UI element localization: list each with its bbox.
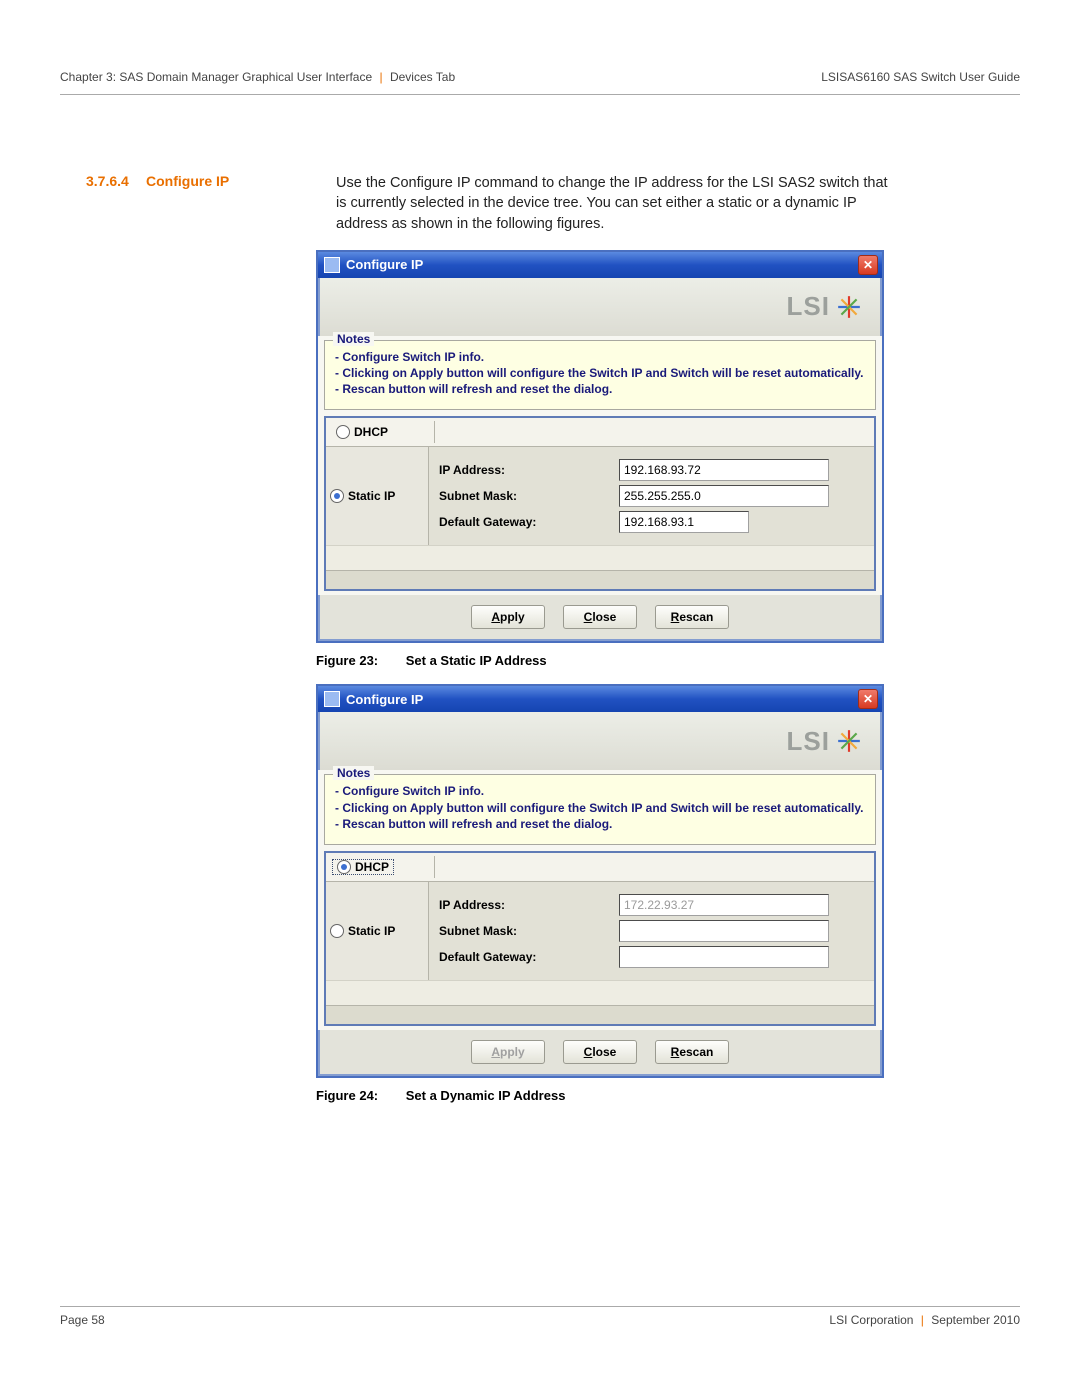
subnet-mask-label: Subnet Mask: (439, 924, 619, 938)
default-gateway-input (619, 946, 829, 968)
rescan-button[interactable]: Rescan (655, 1040, 729, 1064)
dhcp-radio[interactable] (336, 425, 350, 439)
dhcp-label: DHCP (355, 860, 389, 874)
close-button[interactable]: Close (563, 605, 637, 629)
default-gateway-label: Default Gateway: (439, 950, 619, 964)
configure-ip-dialog-dynamic: Configure IP ✕ LSI Notes - Configure Swi… (316, 684, 884, 1078)
page-header: Chapter 3: SAS Domain Manager Graphical … (0, 0, 1080, 90)
spacer (326, 980, 874, 1005)
close-icon[interactable]: ✕ (858, 689, 878, 709)
subnet-mask-input (619, 920, 829, 942)
button-bar: Apply Close Rescan (318, 595, 882, 641)
notes-box: Notes - Configure Switch IP info. - Clic… (324, 340, 876, 411)
section-title: Configure IP (146, 173, 296, 234)
notes-box: Notes - Configure Switch IP info. - Clic… (324, 774, 876, 845)
apply-button: Apply (471, 1040, 545, 1064)
lsi-logo-text: LSI (787, 726, 830, 757)
banner: LSI (318, 278, 882, 336)
configure-ip-dialog-static: Configure IP ✕ LSI Notes - Configure Swi… (316, 250, 884, 644)
dialog-title: Configure IP (346, 692, 423, 707)
ip-address-label: IP Address: (439, 463, 619, 477)
footer-page: Page 58 (60, 1313, 105, 1327)
notes-line: - Configure Switch IP info. (335, 783, 865, 799)
page-footer: Page 58 LSI Corporation | September 2010 (60, 1306, 1020, 1327)
header-tab: Devices Tab (390, 70, 455, 84)
figure-number: Figure 24: (316, 1088, 378, 1103)
titlebar: Configure IP ✕ (318, 686, 882, 712)
spacer (326, 1005, 874, 1024)
footer-date: September 2010 (931, 1313, 1020, 1327)
figure-title: Set a Dynamic IP Address (406, 1088, 566, 1103)
default-gateway-input[interactable] (619, 511, 749, 533)
banner: LSI (318, 712, 882, 770)
footer-separator: | (917, 1313, 928, 1327)
section-row: 3.7.6.4 Configure IP Use the Configure I… (0, 95, 1080, 234)
app-icon (324, 257, 340, 273)
apply-button[interactable]: Apply (471, 605, 545, 629)
figure-caption: Figure 23: Set a Static IP Address (316, 653, 1080, 668)
spacer (326, 570, 874, 589)
footer-company: LSI Corporation (829, 1313, 913, 1327)
spacer (326, 545, 874, 570)
ip-address-label: IP Address: (439, 898, 619, 912)
static-ip-radio[interactable] (330, 489, 344, 503)
notes-line: - Clicking on Apply button will configur… (335, 800, 865, 816)
figure-caption: Figure 24: Set a Dynamic IP Address (316, 1088, 1080, 1103)
figure-number: Figure 23: (316, 653, 378, 668)
form-area: DHCP Static IP IP Address: Subnet Mask: … (324, 416, 876, 591)
notes-line: - Rescan button will refresh and reset t… (335, 816, 865, 832)
notes-legend: Notes (333, 332, 374, 346)
notes-line: - Rescan button will refresh and reset t… (335, 381, 865, 397)
subnet-mask-input[interactable] (619, 485, 829, 507)
default-gateway-label: Default Gateway: (439, 515, 619, 529)
lsi-logo-text: LSI (787, 291, 830, 322)
dialog-title: Configure IP (346, 257, 423, 272)
static-ip-label: Static IP (348, 489, 395, 503)
form-area: DHCP Static IP IP Address: Subnet Mask: (324, 851, 876, 1026)
close-icon[interactable]: ✕ (858, 255, 878, 275)
header-right: LSISAS6160 SAS Switch User Guide (821, 70, 1020, 84)
section-body: Use the Configure IP command to change t… (336, 173, 896, 234)
lsi-logo: LSI (787, 291, 862, 322)
ip-address-input (619, 894, 829, 916)
notes-line: - Clicking on Apply button will configur… (335, 365, 865, 381)
dhcp-radio[interactable] (337, 860, 351, 874)
button-bar: Apply Close Rescan (318, 1030, 882, 1076)
dhcp-label: DHCP (354, 425, 388, 439)
close-button[interactable]: Close (563, 1040, 637, 1064)
lsi-logo: LSI (787, 726, 862, 757)
figure-title: Set a Static IP Address (406, 653, 547, 668)
notes-line: - Configure Switch IP info. (335, 349, 865, 365)
rescan-button[interactable]: Rescan (655, 605, 729, 629)
header-separator: | (376, 70, 387, 84)
subnet-mask-label: Subnet Mask: (439, 489, 619, 503)
ip-address-input[interactable] (619, 459, 829, 481)
lsi-star-icon (836, 728, 862, 754)
app-icon (324, 691, 340, 707)
notes-legend: Notes (333, 766, 374, 780)
section-number: 3.7.6.4 (86, 173, 146, 234)
titlebar: Configure IP ✕ (318, 252, 882, 278)
static-ip-label: Static IP (348, 924, 395, 938)
header-chapter: Chapter 3: SAS Domain Manager Graphical … (60, 70, 372, 84)
static-ip-radio[interactable] (330, 924, 344, 938)
lsi-star-icon (836, 294, 862, 320)
